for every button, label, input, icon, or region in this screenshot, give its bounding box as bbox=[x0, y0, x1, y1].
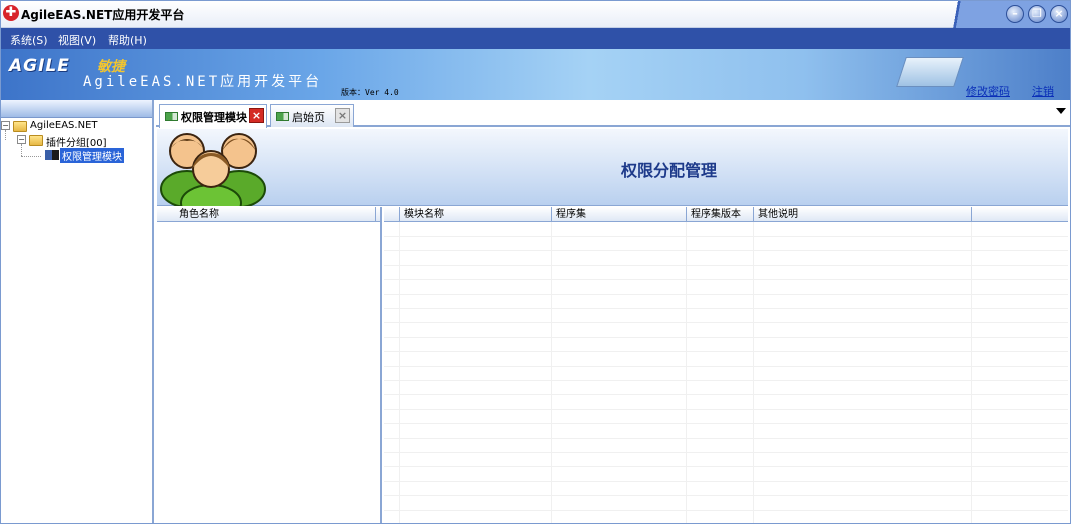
grid-row-line bbox=[384, 236, 1068, 237]
tab-strip: 权限管理模块 × 启始页 × bbox=[156, 100, 1070, 128]
column-separator bbox=[399, 207, 400, 222]
tree-node-plugin-group[interactable]: 插件分组[00] bbox=[46, 134, 107, 149]
tab-dropdown-icon[interactable] bbox=[1056, 108, 1066, 114]
header-banner: AGILE 敏捷 AgileEAS.NET应用开发平台 版本：Ver 4.0 修… bbox=[1, 49, 1070, 100]
product-name: AgileEAS.NET应用开发平台 bbox=[83, 74, 323, 90]
close-icon[interactable]: × bbox=[1050, 5, 1068, 23]
grid-row-line bbox=[384, 264, 1068, 266]
tree-collapse-icon[interactable]: − bbox=[17, 135, 26, 144]
app-icon: ✚ bbox=[3, 5, 19, 21]
navigation-panel: − AgileEAS.NET − 插件分组[00] 权限管理模块 bbox=[1, 100, 154, 523]
grid-column-line bbox=[686, 222, 687, 523]
column-separator[interactable] bbox=[971, 207, 972, 222]
page-title: 权限分配管理 bbox=[621, 161, 718, 180]
grid-column-line bbox=[551, 222, 552, 523]
folder-icon bbox=[29, 135, 43, 146]
grid-row-line bbox=[384, 322, 1068, 324]
column-header-assembly-version[interactable]: 程序集版本 bbox=[691, 208, 741, 221]
grid-row-line bbox=[384, 408, 1068, 410]
grid-row-line bbox=[384, 509, 1068, 511]
column-separator[interactable] bbox=[753, 207, 754, 222]
logout-link[interactable]: 注销 bbox=[1032, 83, 1054, 99]
module-grid-header: 模块名称 程序集 程序集版本 其他说明 bbox=[384, 207, 1068, 222]
navigation-panel-header bbox=[1, 100, 152, 118]
menu-help[interactable]: 帮助(H) bbox=[108, 32, 147, 48]
grid-row-line bbox=[384, 365, 1068, 367]
column-header-role-name[interactable]: 角色名称 bbox=[179, 208, 219, 221]
agile-logo: AGILE bbox=[9, 56, 70, 76]
grid-row-line bbox=[384, 308, 1068, 309]
users-group-icon bbox=[160, 133, 266, 206]
grid-row-line bbox=[384, 250, 1068, 252]
menu-bar: 系统(S) 视图(V) 帮助(H) bbox=[1, 28, 1070, 49]
folder-icon bbox=[13, 121, 27, 132]
grid-column-line bbox=[971, 222, 972, 523]
column-header-module-name[interactable]: 模块名称 bbox=[404, 208, 444, 221]
column-header-assembly[interactable]: 程序集 bbox=[556, 208, 586, 221]
app-window: ✚ AgileEAS.NET应用开发平台 – ❐ × 系统(S) 视图(V) 帮… bbox=[0, 0, 1071, 524]
start-page-tab-icon bbox=[276, 112, 289, 121]
grid-row-line bbox=[384, 437, 1068, 439]
tree-line bbox=[5, 130, 6, 140]
grid-row-line bbox=[384, 336, 1068, 338]
title-bar[interactable]: ✚ AgileEAS.NET应用开发平台 – ❐ × bbox=[1, 1, 1070, 28]
column-separator[interactable] bbox=[375, 207, 376, 222]
version-label: 版本：Ver 4.0 bbox=[341, 88, 399, 97]
tree-collapse-icon[interactable]: − bbox=[1, 121, 10, 130]
close-tab-icon[interactable]: × bbox=[335, 108, 350, 123]
tab-start-page[interactable]: 启始页 × bbox=[270, 104, 354, 127]
grid-row-line bbox=[384, 495, 1068, 497]
window-title: AgileEAS.NET应用开发平台 bbox=[21, 8, 185, 22]
grid-row-line bbox=[384, 423, 1068, 425]
grid-column-line bbox=[753, 222, 754, 523]
role-grid[interactable]: 角色名称 bbox=[157, 207, 382, 523]
module-grid[interactable]: 模块名称 程序集 程序集版本 其他说明 bbox=[384, 207, 1068, 523]
tree-node-permission-module[interactable]: 权限管理模块 bbox=[60, 148, 124, 163]
grid-row-line bbox=[384, 480, 1068, 482]
role-grid-header: 角色名称 bbox=[157, 207, 380, 222]
column-header-remarks[interactable]: 其他说明 bbox=[758, 208, 798, 221]
change-password-link[interactable]: 修改密码 bbox=[966, 83, 1010, 99]
tree-line bbox=[21, 144, 22, 156]
column-separator[interactable] bbox=[686, 207, 687, 222]
grid-row-line bbox=[384, 293, 1068, 295]
tree-line bbox=[21, 156, 41, 157]
grid-row-line bbox=[384, 279, 1068, 281]
content-header: 权限分配管理 bbox=[157, 129, 1068, 206]
tree-node-root[interactable]: AgileEAS.NET bbox=[30, 120, 98, 131]
laptop-illustration-icon bbox=[896, 57, 964, 87]
grid-row-line bbox=[384, 452, 1068, 453]
menu-view[interactable]: 视图(V) bbox=[58, 32, 96, 48]
module-icon bbox=[45, 150, 59, 160]
grid-row-line bbox=[384, 380, 1068, 381]
tab-permission-module[interactable]: 权限管理模块 × bbox=[159, 104, 267, 128]
grid-row-line bbox=[384, 394, 1068, 396]
menu-system[interactable]: 系统(S) bbox=[10, 32, 48, 48]
grid-column-line bbox=[399, 222, 400, 523]
close-tab-icon[interactable]: × bbox=[249, 108, 264, 123]
column-separator[interactable] bbox=[551, 207, 552, 222]
restore-icon[interactable]: ❐ bbox=[1028, 5, 1046, 23]
grid-row-line bbox=[384, 466, 1068, 468]
tab-label: 权限管理模块 bbox=[181, 111, 247, 124]
grid-row-line bbox=[384, 351, 1068, 353]
minimize-icon[interactable]: – bbox=[1006, 5, 1024, 23]
module-tab-icon bbox=[165, 112, 178, 121]
tab-label: 启始页 bbox=[292, 111, 325, 124]
